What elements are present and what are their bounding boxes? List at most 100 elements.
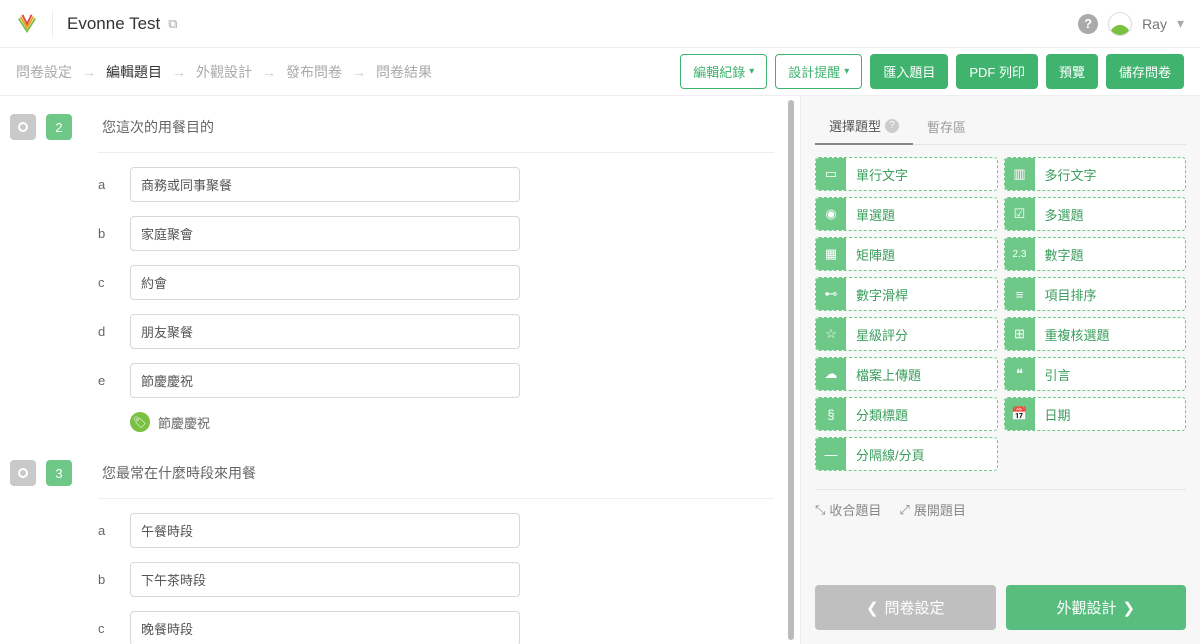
pdf-button[interactable]: PDF 列印 (956, 54, 1038, 89)
collapse-icon: ⤡ (815, 502, 825, 518)
qtype-matrix[interactable]: ▦矩陣題 (815, 237, 998, 271)
radio-type-icon[interactable] (10, 460, 36, 486)
user-name: Ray (1142, 16, 1167, 32)
option-row: d (98, 314, 774, 349)
expand-button[interactable]: ⤢展開題目 (899, 500, 965, 519)
question-header: 2 您這次的用餐目的 (10, 114, 774, 140)
cloud-icon: ☁ (816, 358, 846, 390)
arrow-icon: → (172, 64, 186, 80)
qtype-slider[interactable]: ⊷數字滑桿 (815, 277, 998, 311)
number-icon: 2.3 (1005, 238, 1035, 270)
tag-icon: 🏷 (130, 412, 150, 432)
qtype-divider[interactable]: —分隔線/分頁 (815, 437, 998, 471)
arrow-icon: → (262, 64, 276, 80)
qtype-checkbox[interactable]: ☑多選題 (1004, 197, 1187, 231)
qtype-multi-line[interactable]: ▥多行文字 (1004, 157, 1187, 191)
external-link-icon[interactable]: ⧉ (168, 16, 177, 32)
question-title[interactable]: 您這次的用餐目的 (102, 117, 214, 137)
option-label: b (98, 226, 112, 241)
qtype-date[interactable]: 📅日期 (1004, 397, 1187, 431)
tab-question-types[interactable]: 選擇題型? (815, 108, 913, 145)
sidebar: 選擇題型? 暫存區 ▭單行文字 ▥多行文字 ◉單選題 ☑多選題 ▦矩陣題 2.3… (800, 96, 1200, 644)
help-icon[interactable]: ? (1078, 14, 1098, 34)
qtype-quote[interactable]: ❝引言 (1004, 357, 1187, 391)
breadcrumb-item-active[interactable]: 編輯題目 (106, 62, 162, 82)
divider-icon: — (816, 438, 846, 470)
option-input[interactable] (130, 562, 520, 597)
topbar-left: Evonne Test ⧉ (16, 10, 178, 38)
radio-type-icon[interactable] (10, 114, 36, 140)
breadcrumb-item[interactable]: 問卷設定 (16, 62, 72, 82)
breadcrumb-item[interactable]: 發布問卷 (286, 62, 342, 82)
save-button[interactable]: 儲存問卷 (1106, 54, 1184, 89)
edit-history-button[interactable]: 編輯紀錄▾ (680, 54, 767, 89)
main: 2 您這次的用餐目的 a b c d e 🏷節慶慶祝 3 您最常在什麼時段來用餐… (0, 96, 1200, 644)
calendar-icon: 📅 (1005, 398, 1035, 430)
scrollbar[interactable] (788, 100, 794, 640)
chevron-down-icon: ▾ (844, 66, 849, 77)
arrow-icon: → (82, 64, 96, 80)
star-icon: ☆ (816, 318, 846, 350)
option-input[interactable] (130, 314, 520, 349)
arrow-icon: → (352, 64, 366, 80)
option-row: a (98, 513, 774, 548)
question-title[interactable]: 您最常在什麼時段來用餐 (102, 463, 256, 483)
single-line-icon: ▭ (816, 158, 846, 190)
preview-button[interactable]: 預覽 (1046, 54, 1098, 89)
slider-icon: ⊷ (816, 278, 846, 310)
topbar-right: ? Ray ▾ (1078, 12, 1184, 36)
question-number: 3 (46, 460, 72, 486)
chevron-right-icon: ❯ (1122, 599, 1135, 617)
tag-text: 節慶慶祝 (158, 413, 210, 432)
multi-line-icon: ▥ (1005, 158, 1035, 190)
editor-pane: 2 您這次的用餐目的 a b c d e 🏷節慶慶祝 3 您最常在什麼時段來用餐… (0, 96, 794, 644)
option-input[interactable] (130, 167, 520, 202)
chevron-down-icon: ▾ (749, 66, 754, 77)
breadcrumb-item[interactable]: 問卷結果 (376, 62, 432, 82)
option-input[interactable] (130, 216, 520, 251)
logo-icon (16, 13, 38, 35)
option-label: c (98, 621, 112, 636)
divider (52, 10, 53, 38)
option-row: b (98, 216, 774, 251)
nav-prev-button[interactable]: ❮問卷設定 (815, 585, 996, 630)
project-title-text: Evonne Test (67, 14, 160, 34)
checkbox-icon: ☑ (1005, 198, 1035, 230)
qtype-rating[interactable]: ☆星級評分 (815, 317, 998, 351)
qtype-section[interactable]: §分類標題 (815, 397, 998, 431)
option-input[interactable] (130, 265, 520, 300)
option-input[interactable] (130, 363, 520, 398)
option-label: b (98, 572, 112, 587)
option-input[interactable] (130, 611, 520, 644)
import-button[interactable]: 匯入題目 (870, 54, 948, 89)
nav-next-button[interactable]: 外觀設計❯ (1006, 585, 1187, 630)
sidebar-footer: ❮問卷設定 外觀設計❯ (815, 573, 1186, 630)
qtype-repeat-check[interactable]: ⊞重複核選題 (1004, 317, 1187, 351)
divider (815, 489, 1186, 490)
qtype-single-line[interactable]: ▭單行文字 (815, 157, 998, 191)
question-header: 3 您最常在什麼時段來用餐 (10, 460, 774, 486)
project-title: Evonne Test ⧉ (67, 14, 178, 34)
divider (98, 152, 774, 153)
option-input[interactable] (130, 513, 520, 548)
design-tip-button[interactable]: 設計提醒▾ (775, 54, 862, 89)
collapse-button[interactable]: ⤡收合題目 (815, 500, 881, 519)
qtype-upload[interactable]: ☁檔案上傳題 (815, 357, 998, 391)
divider (98, 498, 774, 499)
option-row: a (98, 167, 774, 202)
option-tag[interactable]: 🏷 節慶慶祝 (130, 412, 774, 432)
matrix-icon: ▦ (816, 238, 846, 270)
question-block: 3 您最常在什麼時段來用餐 a b c 🏷晚餐時段 (10, 460, 774, 644)
breadcrumb-item[interactable]: 外觀設計 (196, 62, 252, 82)
grid-icon: ⊞ (1005, 318, 1035, 350)
qtype-radio[interactable]: ◉單選題 (815, 197, 998, 231)
chevron-down-icon[interactable]: ▾ (1177, 15, 1184, 32)
qtype-number[interactable]: 2.3數字題 (1004, 237, 1187, 271)
avatar[interactable] (1108, 12, 1132, 36)
option-label: c (98, 275, 112, 290)
collapse-controls: ⤡收合題目 ⤢展開題目 (815, 500, 1186, 519)
ranking-icon: ≡ (1005, 278, 1035, 310)
radio-icon: ◉ (816, 198, 846, 230)
qtype-ranking[interactable]: ≡項目排序 (1004, 277, 1187, 311)
tab-staging[interactable]: 暫存區 (913, 108, 980, 144)
